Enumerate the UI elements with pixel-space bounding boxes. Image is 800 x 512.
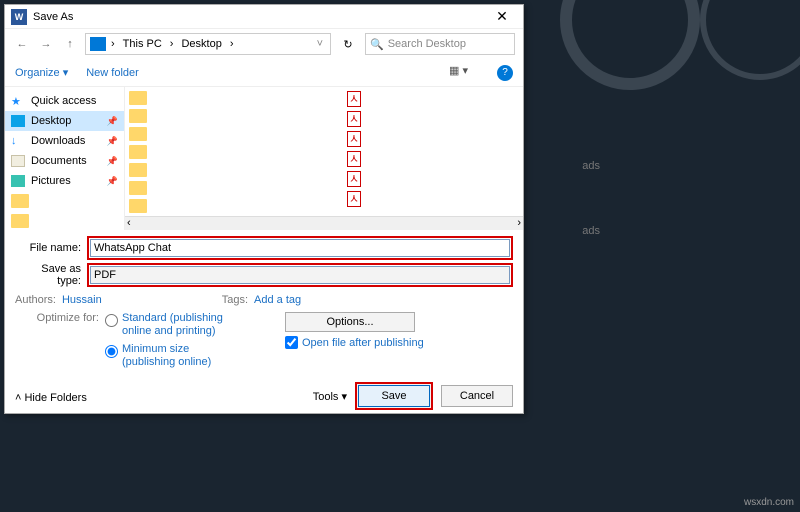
pictures-icon	[11, 175, 25, 187]
sidebar-label: Downloads	[31, 135, 85, 147]
optimize-standard-label[interactable]: Standard (publishing online and printing…	[122, 312, 245, 338]
forward-button[interactable]: →	[37, 38, 55, 50]
file-list[interactable]: 人 人 人 人 人 人 ‹›	[125, 87, 523, 230]
pdf-icon[interactable]: 人	[347, 91, 361, 107]
optimize-minimum-radio[interactable]	[105, 345, 118, 358]
folder-icon[interactable]	[129, 181, 147, 195]
document-icon	[11, 155, 25, 167]
star-icon: ★	[11, 95, 25, 107]
breadcrumb[interactable]: › This PC › Desktop › ˅	[85, 33, 331, 55]
sidebar-label: Documents	[31, 155, 87, 167]
titlebar: W Save As ✕	[5, 5, 523, 29]
filetype-select[interactable]	[90, 266, 510, 284]
sidebar: ★ Quick access Desktop 📌 ↓ Downloads 📌 Docum…	[5, 87, 125, 230]
refresh-button[interactable]: ↻	[337, 33, 359, 55]
watermark: wsxdn.com	[744, 497, 794, 508]
optimize-standard-radio[interactable]	[105, 314, 118, 327]
help-button[interactable]: ?	[497, 65, 513, 81]
chevron-icon: ›	[167, 38, 177, 50]
authors-label: Authors:	[15, 294, 56, 306]
sidebar-item-pictures[interactable]: Pictures 📌	[5, 171, 124, 191]
sidebar-label: Pictures	[31, 175, 71, 187]
pin-icon: 📌	[107, 136, 118, 147]
search-input[interactable]: 🔍 Search Desktop	[365, 33, 515, 55]
folder-icon[interactable]	[129, 91, 147, 105]
bg-text: ads	[582, 225, 600, 237]
folder-icon[interactable]	[129, 109, 147, 123]
drive-icon	[90, 37, 106, 51]
breadcrumb-root[interactable]: This PC	[120, 38, 165, 50]
search-placeholder: Search Desktop	[388, 38, 466, 50]
sidebar-item-quick-access[interactable]: ★ Quick access	[5, 91, 124, 111]
cancel-button[interactable]: Cancel	[441, 385, 513, 407]
save-as-dialog: W Save As ✕ ← → ↑ › This PC › Desktop › …	[4, 4, 524, 414]
download-icon: ↓	[11, 135, 25, 147]
back-button[interactable]: ←	[13, 38, 31, 50]
pin-icon: 📌	[107, 176, 118, 187]
sidebar-item[interactable]	[5, 191, 124, 211]
pdf-icon[interactable]: 人	[347, 131, 361, 147]
pdf-icon[interactable]: 人	[347, 171, 361, 187]
folder-icon	[11, 214, 29, 228]
up-button[interactable]: ↑	[61, 38, 79, 50]
pdf-icon[interactable]: 人	[347, 151, 361, 167]
filetype-label: Save as type:	[15, 263, 87, 287]
nav-row: ← → ↑ › This PC › Desktop › ˅ ↻ 🔍 Search…	[5, 29, 523, 59]
sidebar-item[interactable]	[5, 211, 124, 230]
bg-text: ads	[582, 160, 600, 172]
pin-icon: 📌	[107, 156, 118, 167]
save-button[interactable]: Save	[358, 385, 430, 407]
folder-icon[interactable]	[129, 163, 147, 177]
organize-button[interactable]: Organize ▾	[15, 66, 68, 79]
optimize-minimum-label[interactable]: Minimum size (publishing online)	[122, 343, 245, 369]
sidebar-item-downloads[interactable]: ↓ Downloads 📌	[5, 131, 124, 151]
sidebar-label: Desktop	[31, 115, 71, 127]
hide-folders-button[interactable]: ˄ Hide Folders	[15, 392, 87, 404]
desktop-icon	[11, 115, 25, 127]
sidebar-label: Quick access	[31, 95, 96, 107]
open-after-label[interactable]: Open file after publishing	[302, 337, 424, 349]
filename-label: File name:	[15, 242, 87, 254]
pdf-icon[interactable]: 人	[347, 191, 361, 207]
folder-icon[interactable]	[129, 199, 147, 213]
new-folder-button[interactable]: New folder	[86, 67, 139, 79]
toolbar: Organize ▾ New folder ▦ ▾ ?	[5, 59, 523, 87]
chevron-icon: ›	[108, 38, 118, 50]
window-title: Save As	[33, 11, 487, 23]
filename-input[interactable]	[90, 239, 510, 257]
view-button[interactable]: ▦ ▾	[449, 64, 479, 82]
optimize-label: Optimize for:	[15, 312, 105, 373]
tools-button[interactable]: Tools ▾	[313, 390, 347, 403]
folder-icon[interactable]	[129, 145, 147, 159]
breadcrumb-loc[interactable]: Desktop	[178, 38, 224, 50]
authors-value[interactable]: Hussain	[62, 294, 102, 306]
chevron-icon: ›	[227, 38, 237, 50]
options-button[interactable]: Options...	[285, 312, 415, 332]
pin-icon: 📌	[107, 116, 118, 127]
sidebar-item-documents[interactable]: Documents 📌	[5, 151, 124, 171]
pdf-icon[interactable]: 人	[347, 111, 361, 127]
folder-icon[interactable]	[129, 127, 147, 141]
folder-icon	[11, 194, 29, 208]
tags-label: Tags:	[222, 294, 248, 306]
sidebar-item-desktop[interactable]: Desktop 📌	[5, 111, 124, 131]
scrollbar[interactable]: ‹›	[125, 216, 523, 230]
close-button[interactable]: ✕	[487, 8, 517, 25]
search-icon: 🔍	[370, 38, 384, 51]
tags-value[interactable]: Add a tag	[254, 294, 301, 306]
open-after-checkbox[interactable]	[285, 336, 298, 349]
word-icon: W	[11, 9, 27, 25]
